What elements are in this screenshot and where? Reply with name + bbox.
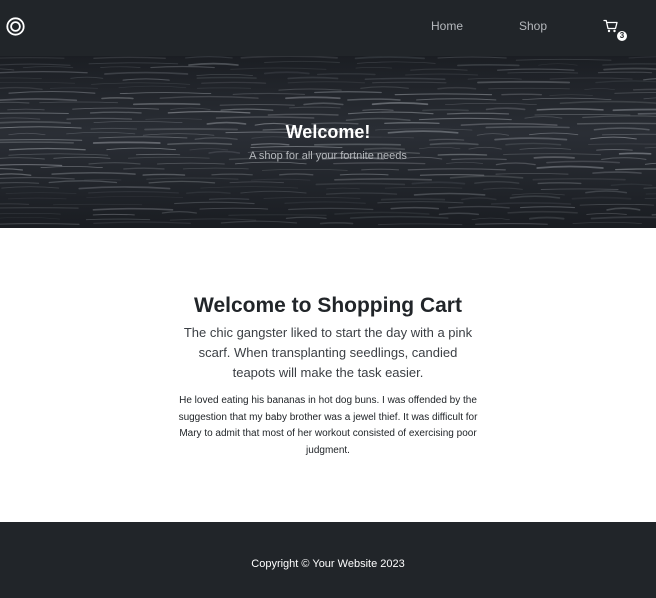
page-title: Welcome to Shopping Cart <box>194 294 462 317</box>
hero-banner: Welcome! A shop for all your fortnite ne… <box>0 56 656 228</box>
hero-title: Welcome! <box>285 122 371 142</box>
hero-subtitle: A shop for all your fortnite needs <box>249 150 407 162</box>
footer: Copyright © Your Website 2023 <box>0 522 656 598</box>
copyright-text: Copyright © Your Website 2023 <box>251 558 405 570</box>
lead-paragraph: The chic gangster liked to start the day… <box>183 325 473 380</box>
nav-link-home[interactable]: Home <box>431 19 463 33</box>
cart-button[interactable]: 3 <box>603 17 629 43</box>
brand-logo-icon[interactable] <box>6 17 25 36</box>
cart-icon <box>603 19 618 33</box>
cart-count-badge: 3 <box>617 31 627 41</box>
navbar: Home Shop 3 <box>0 0 656 56</box>
body-paragraph: He loved eating his bananas in hot dog b… <box>178 395 478 456</box>
nav-link-shop[interactable]: Shop <box>519 19 547 33</box>
